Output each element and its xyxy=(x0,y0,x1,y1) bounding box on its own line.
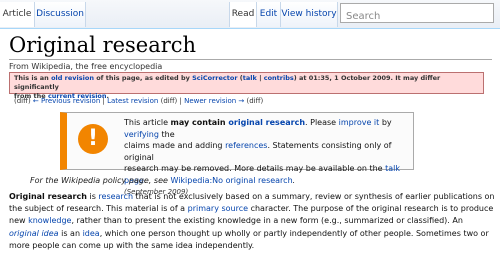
hatnote-text: . xyxy=(292,176,296,185)
tab-discussion[interactable]: Discussion xyxy=(34,2,86,27)
revision-text: | xyxy=(256,74,264,82)
knowledge-link[interactable]: knowledge xyxy=(28,216,71,225)
improve-it-link[interactable]: improve it xyxy=(339,118,380,127)
warning-text-part: claims made and adding xyxy=(124,141,226,150)
verifying-link[interactable]: verifying xyxy=(124,130,159,139)
previous-revision-link[interactable]: ← Previous revision xyxy=(33,97,100,105)
tab-edit[interactable]: Edit xyxy=(256,2,281,27)
paragraph-text: is xyxy=(86,192,99,201)
old-revision-link[interactable]: old revision xyxy=(51,74,94,82)
research-link[interactable]: research xyxy=(98,192,133,201)
search-box xyxy=(340,3,494,26)
warning-icon: ! xyxy=(78,124,108,154)
tab-read[interactable]: Read xyxy=(229,2,257,27)
top-navigation-bar: Article Discussion Read Edit View histor… xyxy=(0,0,500,29)
original-research-link[interactable]: original research xyxy=(228,118,305,127)
warning-text-part: research may be removed. More details ma… xyxy=(124,164,386,173)
paragraph-text: , rather than to present the existing kn… xyxy=(71,216,463,226)
warning-text-bold: may contain xyxy=(170,118,229,127)
user-link[interactable]: SciCorrector xyxy=(192,74,237,82)
idea-link[interactable]: idea xyxy=(83,229,100,238)
revision-navigation: (diff) ← Previous revision | Latest revi… xyxy=(14,97,263,105)
tagline: From Wikipedia, the free encyclopedia xyxy=(9,62,163,71)
paragraph-text: is an xyxy=(58,228,83,238)
warning-text-part: the xyxy=(158,129,175,139)
newer-revision-link[interactable]: Newer revision → xyxy=(184,97,244,105)
warning-text-part: This article xyxy=(124,118,171,127)
hatnote-text: For the Wikipedia policy page, see xyxy=(30,176,171,185)
original-research-warning-box: ! This article may contain original rese… xyxy=(60,112,414,196)
revision-text: of this page, as edited by xyxy=(93,74,193,82)
search-input[interactable] xyxy=(341,7,476,26)
revision-text: This is an xyxy=(14,74,52,82)
article-paragraph: Original research is research that is no… xyxy=(9,191,495,252)
references-link[interactable]: references xyxy=(225,141,267,150)
primary-source-link[interactable]: primary source xyxy=(188,204,248,213)
old-revision-notice: This is an old revision of this page, as… xyxy=(9,72,484,100)
page-title: Original research xyxy=(9,33,197,57)
title-divider xyxy=(9,59,492,60)
warning-text-part: by xyxy=(379,118,392,127)
diff-label: (diff) xyxy=(244,97,264,105)
warning-text-part: . Please xyxy=(305,118,339,127)
diff-label: (diff) | xyxy=(158,97,185,105)
article-term: Original research xyxy=(9,192,87,201)
warning-text: This article may contain original resear… xyxy=(124,117,414,199)
hatnote: For the Wikipedia policy page, see Wikip… xyxy=(30,176,295,185)
tab-view-history[interactable]: View history xyxy=(280,2,338,27)
policy-page-link[interactable]: Wikipedia:No original research xyxy=(170,176,292,185)
user-talk-link[interactable]: talk xyxy=(243,74,257,82)
original-idea-link[interactable]: original idea xyxy=(9,229,59,238)
latest-revision-link[interactable]: Latest revision xyxy=(107,97,158,105)
diff-label: (diff) xyxy=(14,97,31,105)
user-contribs-link[interactable]: contribs xyxy=(264,74,294,82)
tab-article[interactable]: Article xyxy=(0,2,35,27)
